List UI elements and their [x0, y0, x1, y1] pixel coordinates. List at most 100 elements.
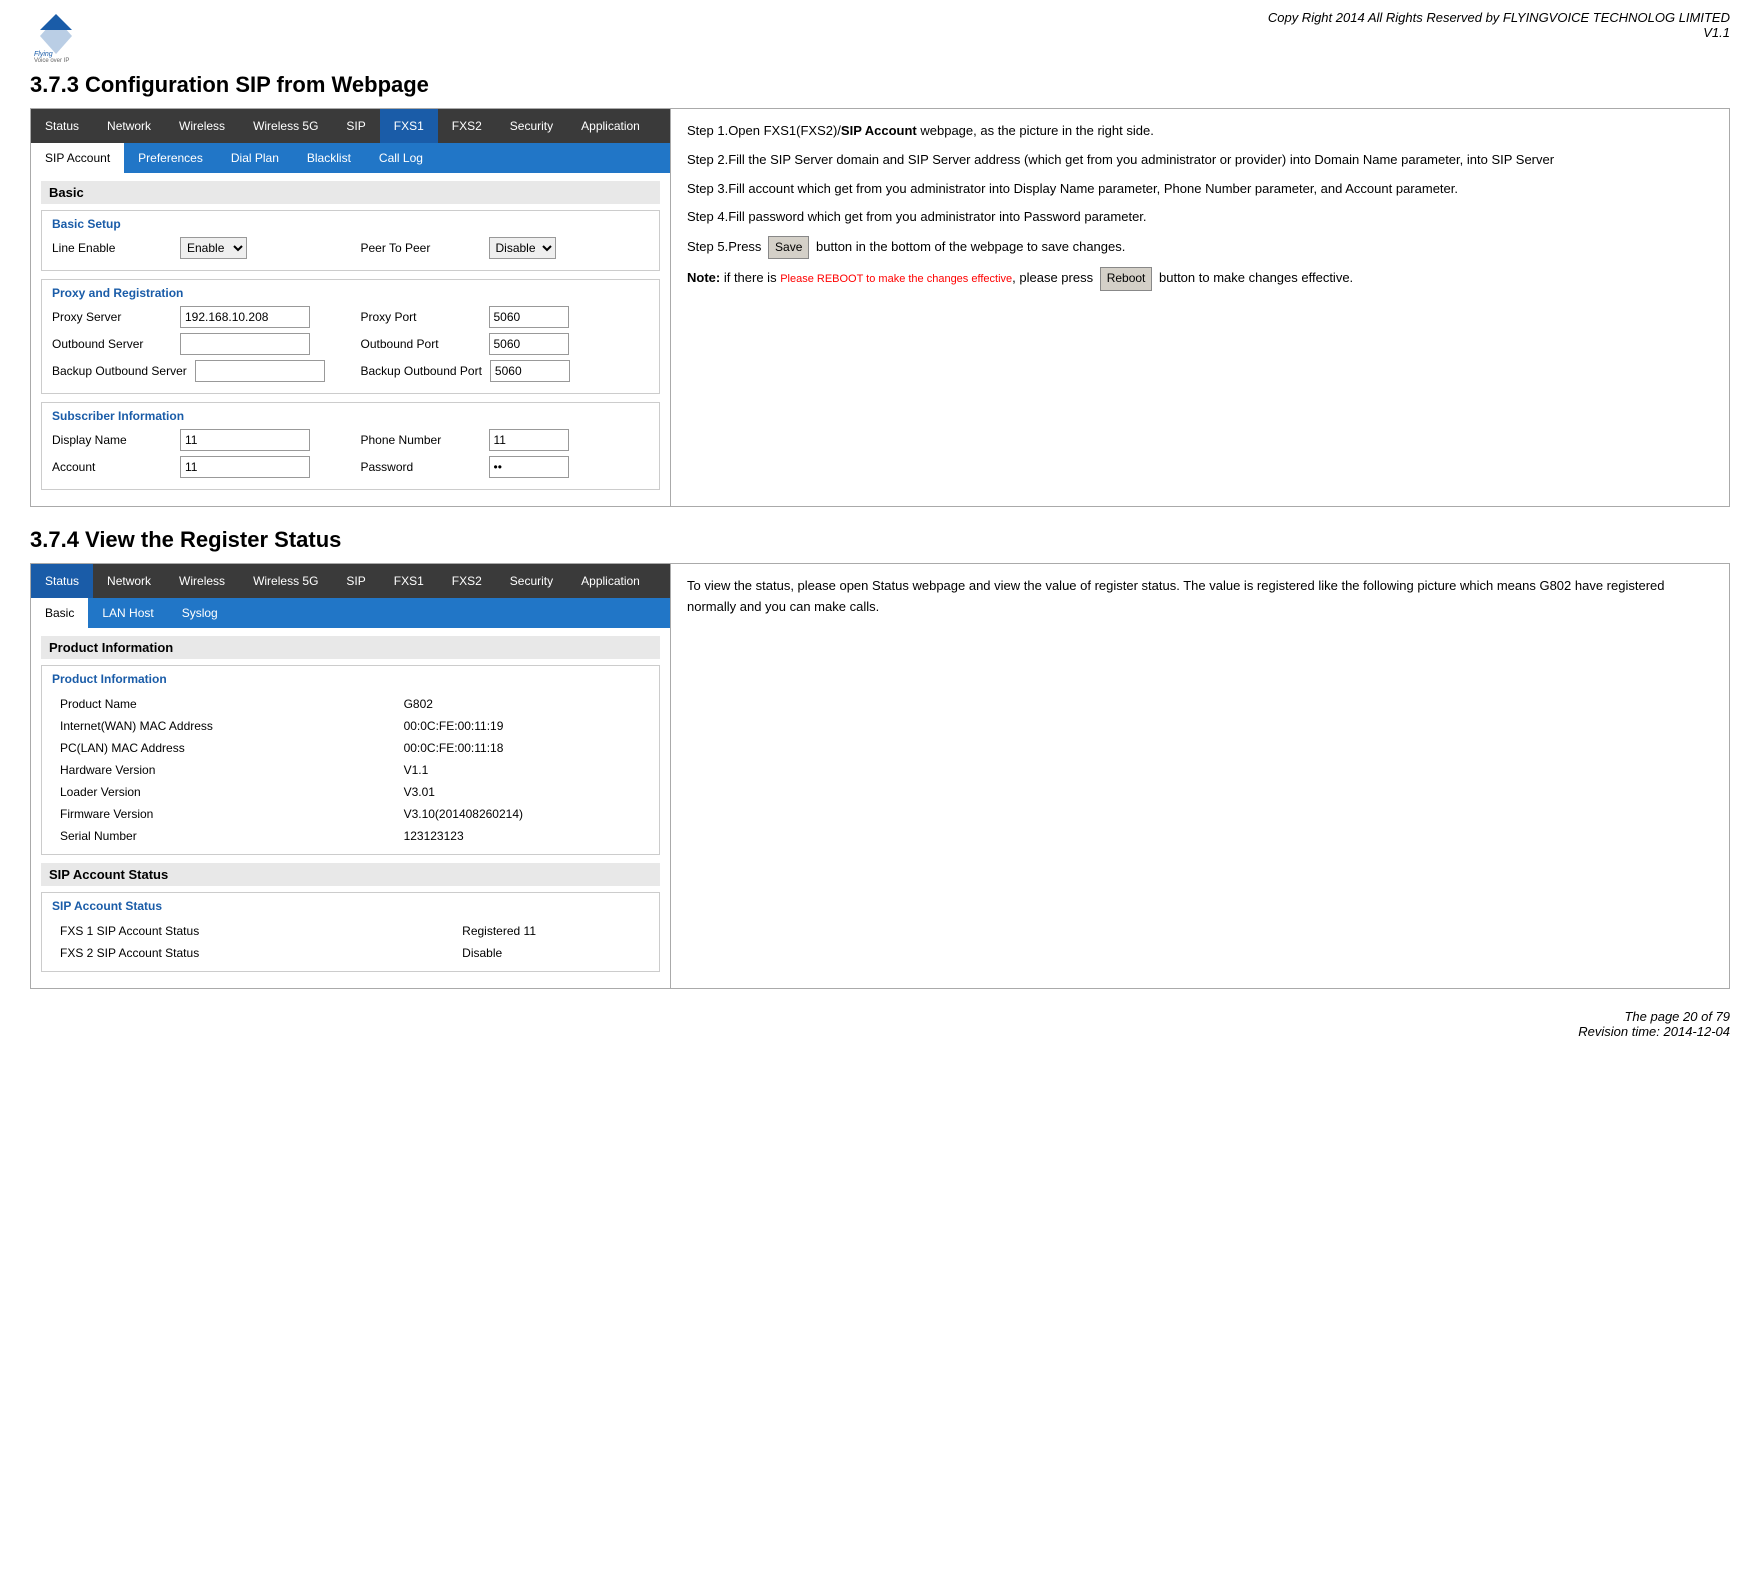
subnav2-syslog[interactable]: Syslog	[168, 598, 232, 628]
nav-fxs1[interactable]: FXS1	[380, 109, 438, 143]
nav2-wireless5g[interactable]: Wireless 5G	[239, 564, 332, 598]
field-value: 00:0C:FE:00:11:19	[398, 716, 647, 736]
table-row: Internet(WAN) MAC Address00:0C:FE:00:11:…	[54, 716, 647, 736]
backup-port-input[interactable]	[490, 360, 570, 382]
svg-text:Flying: Flying	[34, 51, 53, 58]
phone-number-input[interactable]	[489, 429, 569, 451]
section1-ui-panel: Status Network Wireless Wireless 5G SIP …	[31, 109, 671, 506]
proxy-server-row: Proxy Server Proxy Port	[52, 306, 649, 328]
nav2-security[interactable]: Security	[496, 564, 567, 598]
sip-status-legend: SIP Account Status	[52, 899, 649, 913]
table-row: Firmware VersionV3.10(201408260214)	[54, 804, 647, 824]
outbound-port-pair: Outbound Port	[361, 333, 650, 355]
subnav-dial-plan[interactable]: Dial Plan	[217, 143, 293, 173]
account-pair: Account	[52, 456, 341, 478]
section1-content: Status Network Wireless Wireless 5G SIP …	[30, 108, 1730, 507]
section2-instruction-text: To view the status, please open Status w…	[687, 576, 1713, 618]
step3-text: Step 3.Fill account which get from you a…	[687, 179, 1713, 200]
footer: The page 20 of 79 Revision time: 2014-12…	[30, 1009, 1730, 1039]
outbound-server-label: Outbound Server	[52, 337, 172, 351]
nav2-sip[interactable]: SIP	[332, 564, 379, 598]
footer-revision: Revision time: 2014-12-04	[1578, 1024, 1730, 1039]
display-row: Display Name Phone Number	[52, 429, 649, 451]
save-button-demo: Save	[768, 236, 809, 259]
display-name-input[interactable]	[180, 429, 310, 451]
field-value: 00:0C:FE:00:11:18	[398, 738, 647, 758]
account-label: Account	[52, 460, 172, 474]
proxy-port-input[interactable]	[489, 306, 569, 328]
proxy-port-pair: Proxy Port	[361, 306, 650, 328]
nav-application[interactable]: Application	[567, 109, 654, 143]
nav2-wireless[interactable]: Wireless	[165, 564, 239, 598]
basic-setup-group: Basic Setup Line Enable Enable Disable P…	[41, 210, 660, 271]
field-label: Hardware Version	[54, 760, 396, 780]
field-value: V3.10(201408260214)	[398, 804, 647, 824]
peer-to-peer-label: Peer To Peer	[361, 241, 481, 255]
section1-form: Basic Basic Setup Line Enable Enable Dis…	[31, 173, 670, 506]
table-row: Serial Number123123123	[54, 826, 647, 846]
nav-wireless5g[interactable]: Wireless 5G	[239, 109, 332, 143]
outbound-port-input[interactable]	[489, 333, 569, 355]
subnav-sip-account[interactable]: SIP Account	[31, 143, 124, 173]
subnav2-lan-host[interactable]: LAN Host	[88, 598, 167, 628]
phone-number-pair: Phone Number	[361, 429, 650, 451]
reboot-warning: Please REBOOT to make the changes effect…	[780, 273, 1012, 285]
password-input[interactable]	[489, 456, 569, 478]
nav-wireless[interactable]: Wireless	[165, 109, 239, 143]
display-name-pair: Display Name	[52, 429, 341, 451]
nav2-network[interactable]: Network	[93, 564, 165, 598]
svg-text:Voice over IP: Voice over IP	[34, 58, 69, 62]
password-label: Password	[361, 460, 481, 474]
product-info-legend: Product Information	[52, 672, 649, 686]
subscriber-legend: Subscriber Information	[52, 409, 649, 423]
field-label: Loader Version	[54, 782, 396, 802]
field-value: V3.01	[398, 782, 647, 802]
product-info-header: Product Information	[41, 636, 660, 659]
subnav2-basic[interactable]: Basic	[31, 598, 88, 628]
field-label: Firmware Version	[54, 804, 396, 824]
peer-to-peer-select[interactable]: Disable Enable	[489, 237, 556, 259]
section2-instructions: To view the status, please open Status w…	[671, 564, 1729, 988]
outbound-server-input[interactable]	[180, 333, 310, 355]
line-enable-label: Line Enable	[52, 241, 172, 255]
table-row: Loader VersionV3.01	[54, 782, 647, 802]
logo: Flying Voice over IP	[30, 10, 82, 62]
proxy-server-input[interactable]	[180, 306, 310, 328]
section1-nav-bar: Status Network Wireless Wireless 5G SIP …	[31, 109, 670, 143]
account-input[interactable]	[180, 456, 310, 478]
step4-text: Step 4.Fill password which get from you …	[687, 207, 1713, 228]
nav-sip[interactable]: SIP	[332, 109, 379, 143]
nav-status[interactable]: Status	[31, 109, 93, 143]
nav2-fxs1[interactable]: FXS1	[380, 564, 438, 598]
field-label: FXS 1 SIP Account Status	[54, 921, 454, 941]
field-value: Disable	[456, 943, 647, 963]
field-value: Registered 11	[456, 921, 647, 941]
account-row: Account Password	[52, 456, 649, 478]
section2-title: 3.7.4 View the Register Status	[30, 527, 1730, 553]
step1-text: Step 1.Open FXS1(FXS2)/SIP Account webpa…	[687, 121, 1713, 142]
phone-number-label: Phone Number	[361, 433, 481, 447]
password-pair: Password	[361, 456, 650, 478]
subnav-blacklist[interactable]: Blacklist	[293, 143, 365, 173]
product-info-table: Product NameG802Internet(WAN) MAC Addres…	[52, 692, 649, 848]
copyright-header: Copy Right 2014 All Rights Reserved by F…	[1268, 10, 1730, 40]
sip-status-table: FXS 1 SIP Account StatusRegistered 11FXS…	[52, 919, 649, 965]
line-enable-select[interactable]: Enable Disable	[180, 237, 247, 259]
table-row: FXS 1 SIP Account StatusRegistered 11	[54, 921, 647, 941]
subnav-call-log[interactable]: Call Log	[365, 143, 437, 173]
backup-server-input[interactable]	[195, 360, 325, 382]
nav-fxs2[interactable]: FXS2	[438, 109, 496, 143]
nav-network[interactable]: Network	[93, 109, 165, 143]
nav2-status[interactable]: Status	[31, 564, 93, 598]
subnav-preferences[interactable]: Preferences	[124, 143, 217, 173]
backup-row: Backup Outbound Server Backup Outbound P…	[52, 360, 649, 382]
section1-title: 3.7.3 Configuration SIP from Webpage	[30, 72, 1730, 98]
footer-page: The page 20 of 79	[1578, 1009, 1730, 1024]
nav2-fxs2[interactable]: FXS2	[438, 564, 496, 598]
field-label: Product Name	[54, 694, 396, 714]
nav-security[interactable]: Security	[496, 109, 567, 143]
nav2-application[interactable]: Application	[567, 564, 654, 598]
display-name-label: Display Name	[52, 433, 172, 447]
outbound-port-label: Outbound Port	[361, 337, 481, 351]
table-row: Hardware VersionV1.1	[54, 760, 647, 780]
